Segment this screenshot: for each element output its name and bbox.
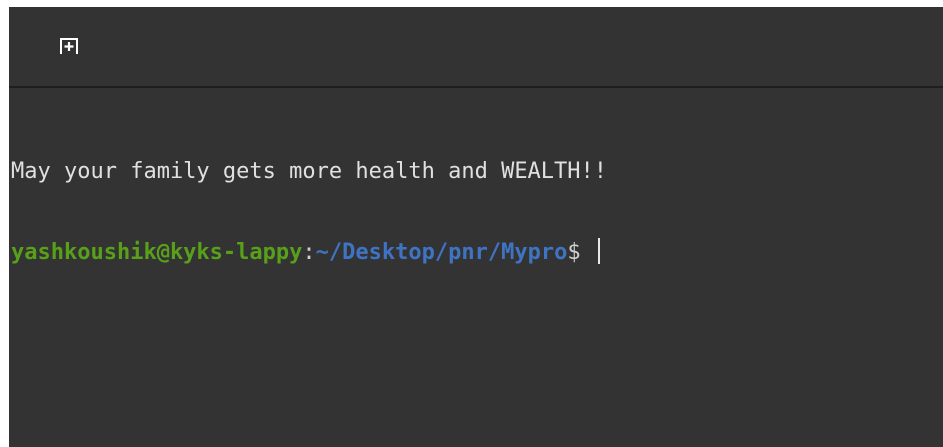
new-tab-plus-icon (59, 37, 79, 55)
prompt-symbol: $ (567, 240, 594, 265)
new-tab-button[interactable] (52, 29, 86, 63)
terminal-output-area[interactable]: May your family gets more health and WEA… (9, 88, 943, 447)
prompt-separator: : (302, 240, 316, 265)
terminal-window: May your family gets more health and WEA… (9, 7, 943, 447)
terminal-prompt-line: yashkoushik@kyks-lappy:~/Desktop/pnr/Myp… (11, 238, 600, 268)
text-cursor (597, 238, 600, 264)
prompt-user-host: yashkoushik@kyks-lappy (11, 240, 303, 265)
terminal-toolbar (9, 7, 943, 88)
terminal-output-line: May your family gets more health and WEA… (11, 159, 608, 184)
prompt-path: ~/Desktop/pnr/Mypro (315, 240, 568, 265)
